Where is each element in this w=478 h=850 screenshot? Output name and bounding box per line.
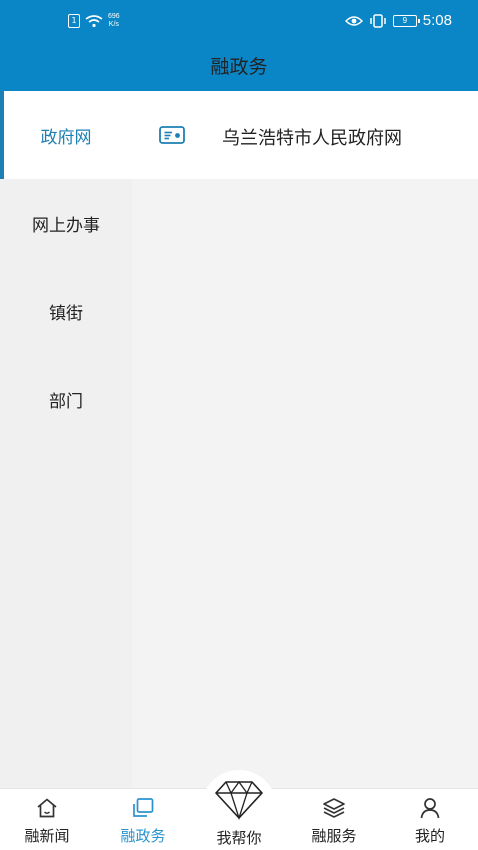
tab-label: 融服务	[311, 827, 357, 845]
sim-icon: 1	[68, 14, 80, 28]
sidebar-item-label: 政府网	[40, 127, 92, 148]
list-item[interactable]: 乌兰浩特市人民政府网	[132, 91, 478, 179]
content-panel: 乌兰浩特市人民政府网	[132, 91, 478, 788]
sidebar-item-departments[interactable]: 部门	[0, 355, 132, 443]
tab-services[interactable]: 融服务	[303, 789, 365, 850]
status-time: 5:08	[422, 12, 452, 29]
status-right-icons: 9 5:08	[344, 12, 452, 29]
sidebar-item-label: 镇街	[49, 303, 83, 324]
list-item-label: 乌兰浩特市人民政府网	[222, 128, 402, 149]
diamond-icon	[215, 780, 263, 820]
id-card-icon	[159, 126, 185, 144]
tab-help-you[interactable]: 我帮你	[203, 827, 275, 850]
wifi-icon	[85, 15, 103, 28]
page-title: 融政务	[210, 56, 268, 78]
tab-government[interactable]: 融政务	[112, 789, 174, 850]
user-icon	[420, 798, 440, 819]
sidebar-item-government-web[interactable]: 政府网	[0, 91, 132, 179]
app-header: 融政务	[0, 44, 478, 91]
tab-label: 融新闻	[24, 827, 70, 845]
sidebar: 政府网 网上办事 镇街 部门	[0, 91, 132, 788]
vibrate-icon	[370, 13, 386, 28]
sidebar-item-label: 网上办事	[32, 215, 100, 236]
sidebar-item-online-services[interactable]: 网上办事	[0, 179, 132, 267]
battery-icon: 9	[392, 14, 420, 27]
layers-icon	[323, 798, 345, 818]
tab-label: 我帮你	[216, 829, 262, 847]
tab-label: 我的	[414, 827, 445, 845]
eye-icon	[344, 15, 363, 26]
status-bar: 1 696 K/s 9 5:08	[0, 0, 478, 44]
status-left-icons: 1 696 K/s	[68, 13, 120, 29]
copy-icon	[133, 798, 154, 817]
network-speed-unit: K/s	[108, 21, 119, 28]
tab-label: 融政务	[120, 827, 166, 845]
network-speed-value: 696	[108, 13, 120, 20]
tab-me[interactable]: 我的	[405, 789, 455, 850]
sidebar-item-towns-streets[interactable]: 镇街	[0, 267, 132, 355]
network-speed: 696 K/s	[108, 13, 120, 29]
sidebar-item-label: 部门	[49, 391, 83, 412]
home-icon	[37, 798, 57, 818]
tab-news[interactable]: 融新闻	[17, 789, 77, 850]
